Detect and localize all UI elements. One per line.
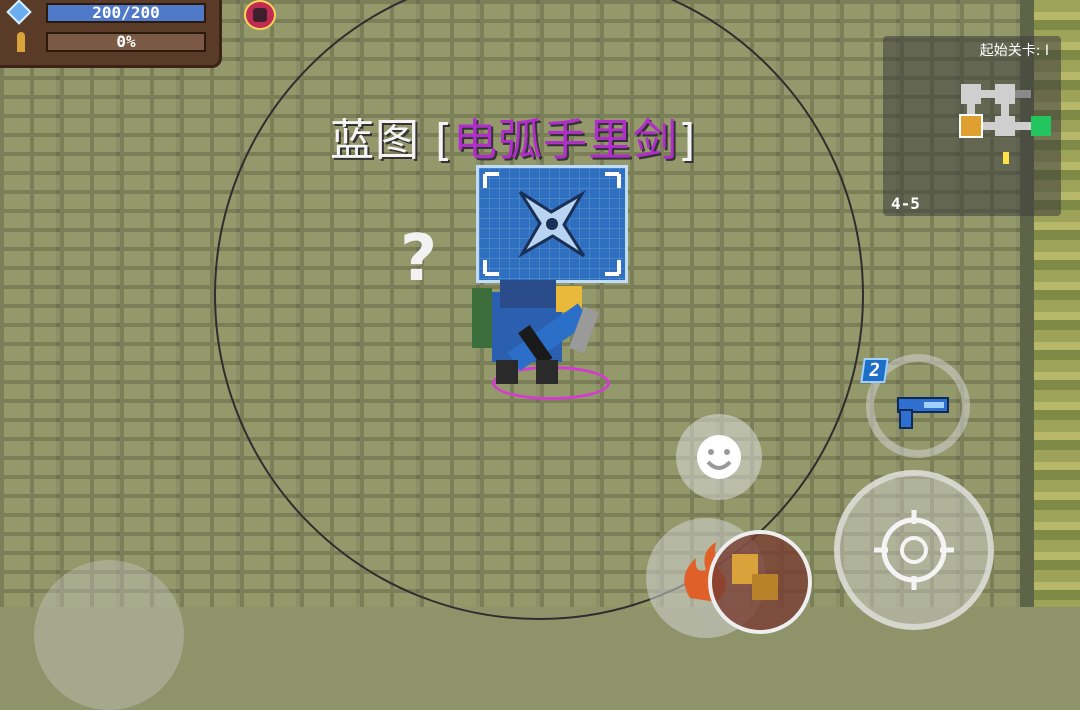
- minimap-current-room: [959, 114, 983, 138]
- minimap-corridor: [981, 90, 995, 98]
- blueprint-item-name: 电弧手里剑: [453, 115, 679, 166]
- smiley-icon: [697, 435, 741, 479]
- ammo-icon: [17, 32, 25, 52]
- minimap-room: [995, 84, 1015, 104]
- minimap-exit-room: [1031, 116, 1051, 136]
- minimap-room: [995, 116, 1015, 136]
- energy-icon: [6, 0, 32, 25]
- gauntlet-icon: [732, 554, 778, 600]
- pistol-icon: [897, 397, 949, 429]
- energy-bar: 200/200: [46, 3, 206, 23]
- blueprint-label: 蓝图 [电弧手里剑]: [330, 104, 696, 168]
- emote-button[interactable]: [676, 414, 762, 500]
- minimap-corridor: [1015, 122, 1031, 130]
- weapon-ammo-badge: 2: [860, 358, 889, 383]
- hint-question-mark: ?: [400, 222, 438, 296]
- pet-avatar-icon[interactable]: [244, 0, 276, 30]
- minimap-corridor: [1015, 90, 1031, 98]
- crosshair-icon: [874, 510, 954, 590]
- status-panel: 200/200 0%: [0, 0, 222, 68]
- minimap-marker: [1003, 152, 1009, 164]
- blueprint-suffix: ]: [678, 115, 697, 166]
- level-indicator: 4-5: [891, 194, 920, 213]
- attack-button[interactable]: [834, 470, 994, 630]
- blueprint-pickup[interactable]: [476, 165, 628, 283]
- minimap-corridor: [1001, 104, 1009, 116]
- player-knight-icon: [472, 280, 600, 384]
- blueprint-prefix: 蓝图 [: [330, 115, 454, 166]
- progress-bar: 0%: [46, 32, 206, 52]
- minimap[interactable]: 起始关卡: I 4-5: [883, 36, 1061, 216]
- weapon-skill-button[interactable]: [708, 530, 812, 634]
- shuriken-icon: [483, 172, 621, 276]
- minimap-room: [961, 84, 981, 104]
- minimap-corridor: [983, 122, 995, 130]
- movement-joystick[interactable]: [34, 560, 184, 710]
- minimap-title: 起始关卡: I: [979, 43, 1049, 59]
